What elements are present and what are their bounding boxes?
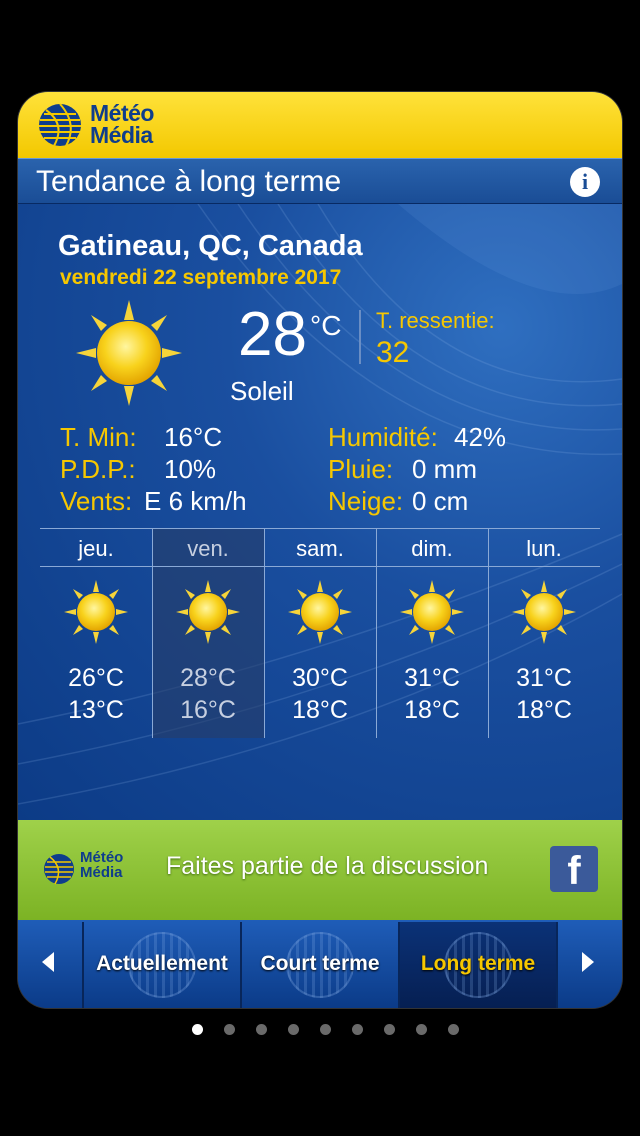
globe-icon <box>44 854 74 885</box>
arrow-right-icon <box>582 952 594 972</box>
tab-actuellement[interactable]: Actuellement <box>82 922 240 1008</box>
prev-button[interactable] <box>18 922 82 1008</box>
bottom-nav: Actuellement Court terme Long terme <box>18 920 622 1008</box>
forecast-high: 28°C <box>180 664 236 692</box>
tab-label: Court terme <box>260 952 380 975</box>
globe-icon <box>39 103 81 147</box>
tab-court-terme[interactable]: Court terme <box>240 922 398 1008</box>
logo-line-1: Météo <box>90 100 154 126</box>
divider <box>376 528 377 738</box>
forecast-high: 30°C <box>292 664 348 692</box>
sun-icon <box>176 580 240 644</box>
divider <box>264 528 265 738</box>
sun-icon <box>76 300 182 406</box>
rain-label: Pluie: <box>328 454 394 484</box>
forecast-low: 18°C <box>516 696 572 724</box>
wind-value: E 6 km/h <box>144 486 247 516</box>
divider <box>359 310 361 364</box>
snow-value: 0 cm <box>412 486 469 516</box>
forecast-low: 18°C <box>404 696 460 724</box>
current-conditions-panel: Gatineau, QC, Canada vendredi 22 septemb… <box>18 204 622 820</box>
page-dot[interactable] <box>384 1024 395 1035</box>
forecast-day-0[interactable]: jeu. 26°C 13°C <box>40 528 152 738</box>
meteomedia-logo[interactable]: Météo Média <box>36 100 186 152</box>
logo-text: Météo Média <box>80 850 123 880</box>
condition-text: Soleil <box>230 376 294 406</box>
forecast-low: 13°C <box>68 696 124 724</box>
forecast-day-label: dim. <box>411 536 453 561</box>
pdp-label: P.D.P.: <box>60 454 136 484</box>
page-indicator <box>0 1022 640 1038</box>
page-dot[interactable] <box>416 1024 427 1035</box>
temperature-unit: °C <box>310 310 342 341</box>
title-bar: Tendance à long terme i <box>18 158 622 204</box>
logo-line-1: Météo <box>80 849 124 866</box>
divider <box>40 566 600 567</box>
next-button[interactable] <box>556 922 622 1008</box>
logo-line-2: Média <box>90 122 153 148</box>
sun-icon <box>288 580 352 644</box>
page-title: Tendance à long terme <box>36 165 342 198</box>
forecast-low: 18°C <box>292 696 348 724</box>
divider <box>152 528 153 738</box>
tab-label: Actuellement <box>96 952 228 975</box>
forecast-day-3[interactable]: dim. 31°C 18°C <box>376 528 488 738</box>
divider <box>40 528 600 529</box>
tab-long-terme[interactable]: Long terme <box>398 922 556 1008</box>
page-dot[interactable] <box>288 1024 299 1035</box>
sun-icon <box>512 580 576 644</box>
meteomedia-logo-small: Météo Média <box>42 848 142 888</box>
page-dot[interactable] <box>224 1024 235 1035</box>
pdp-value: 10% <box>164 454 217 484</box>
page-dot[interactable] <box>320 1024 331 1035</box>
forecast-high: 31°C <box>516 664 572 692</box>
page-dot[interactable] <box>448 1024 459 1035</box>
promo-text: Faites partie de la discussion <box>166 852 489 880</box>
wind-label: Vents: <box>60 486 133 516</box>
feels-like-label: T. ressentie: <box>376 308 495 333</box>
forecast-day-label: ven. <box>187 536 229 561</box>
forecast-day-label: jeu. <box>78 536 114 561</box>
forecast-strip: jeu. 26°C 13°C ven. 28°C 16°C sam. 30°C … <box>40 528 600 738</box>
page-dot[interactable] <box>192 1024 203 1035</box>
social-promo-banner[interactable]: Météo Média Faites partie de la discussi… <box>18 820 622 920</box>
page-dot[interactable] <box>352 1024 363 1035</box>
forecast-day-2[interactable]: sam. 30°C 18°C <box>264 528 376 738</box>
humidity-label: Humidité: <box>328 422 438 452</box>
location-name: Gatineau, QC, Canada <box>58 230 363 262</box>
current-temperature: 28 <box>238 300 307 369</box>
logo-text: Météo Média <box>90 100 154 148</box>
forecast-high: 26°C <box>68 664 124 692</box>
current-date: vendredi 22 septembre 2017 <box>60 266 342 289</box>
forecast-day-1[interactable]: ven. 28°C 16°C <box>152 528 264 738</box>
sun-icon <box>64 580 128 644</box>
weather-widget: Météo Média Tendance à long terme i Gati… <box>18 92 622 1008</box>
forecast-low: 16°C <box>180 696 236 724</box>
sun-icon <box>400 580 464 644</box>
forecast-day-label: lun. <box>526 536 562 561</box>
arrow-left-icon <box>42 952 54 972</box>
tab-label: Long terme <box>420 952 536 975</box>
tmin-label: T. Min: <box>60 422 137 452</box>
divider <box>488 528 489 738</box>
brand-bar: Météo Média <box>18 92 622 158</box>
humidity-value: 42% <box>454 422 507 452</box>
snow-label: Neige: <box>328 486 404 516</box>
feels-like-value: 32 <box>376 336 410 369</box>
page-dot[interactable] <box>256 1024 267 1035</box>
facebook-icon[interactable]: f <box>550 846 598 893</box>
info-icon[interactable]: i <box>570 167 600 197</box>
forecast-high: 31°C <box>404 664 460 692</box>
logo-line-2: Média <box>80 864 123 881</box>
rain-value: 0 mm <box>412 454 477 484</box>
tmin-value: 16°C <box>164 422 223 452</box>
forecast-day-label: sam. <box>296 536 344 561</box>
forecast-day-4[interactable]: lun. 31°C 18°C <box>488 528 600 738</box>
